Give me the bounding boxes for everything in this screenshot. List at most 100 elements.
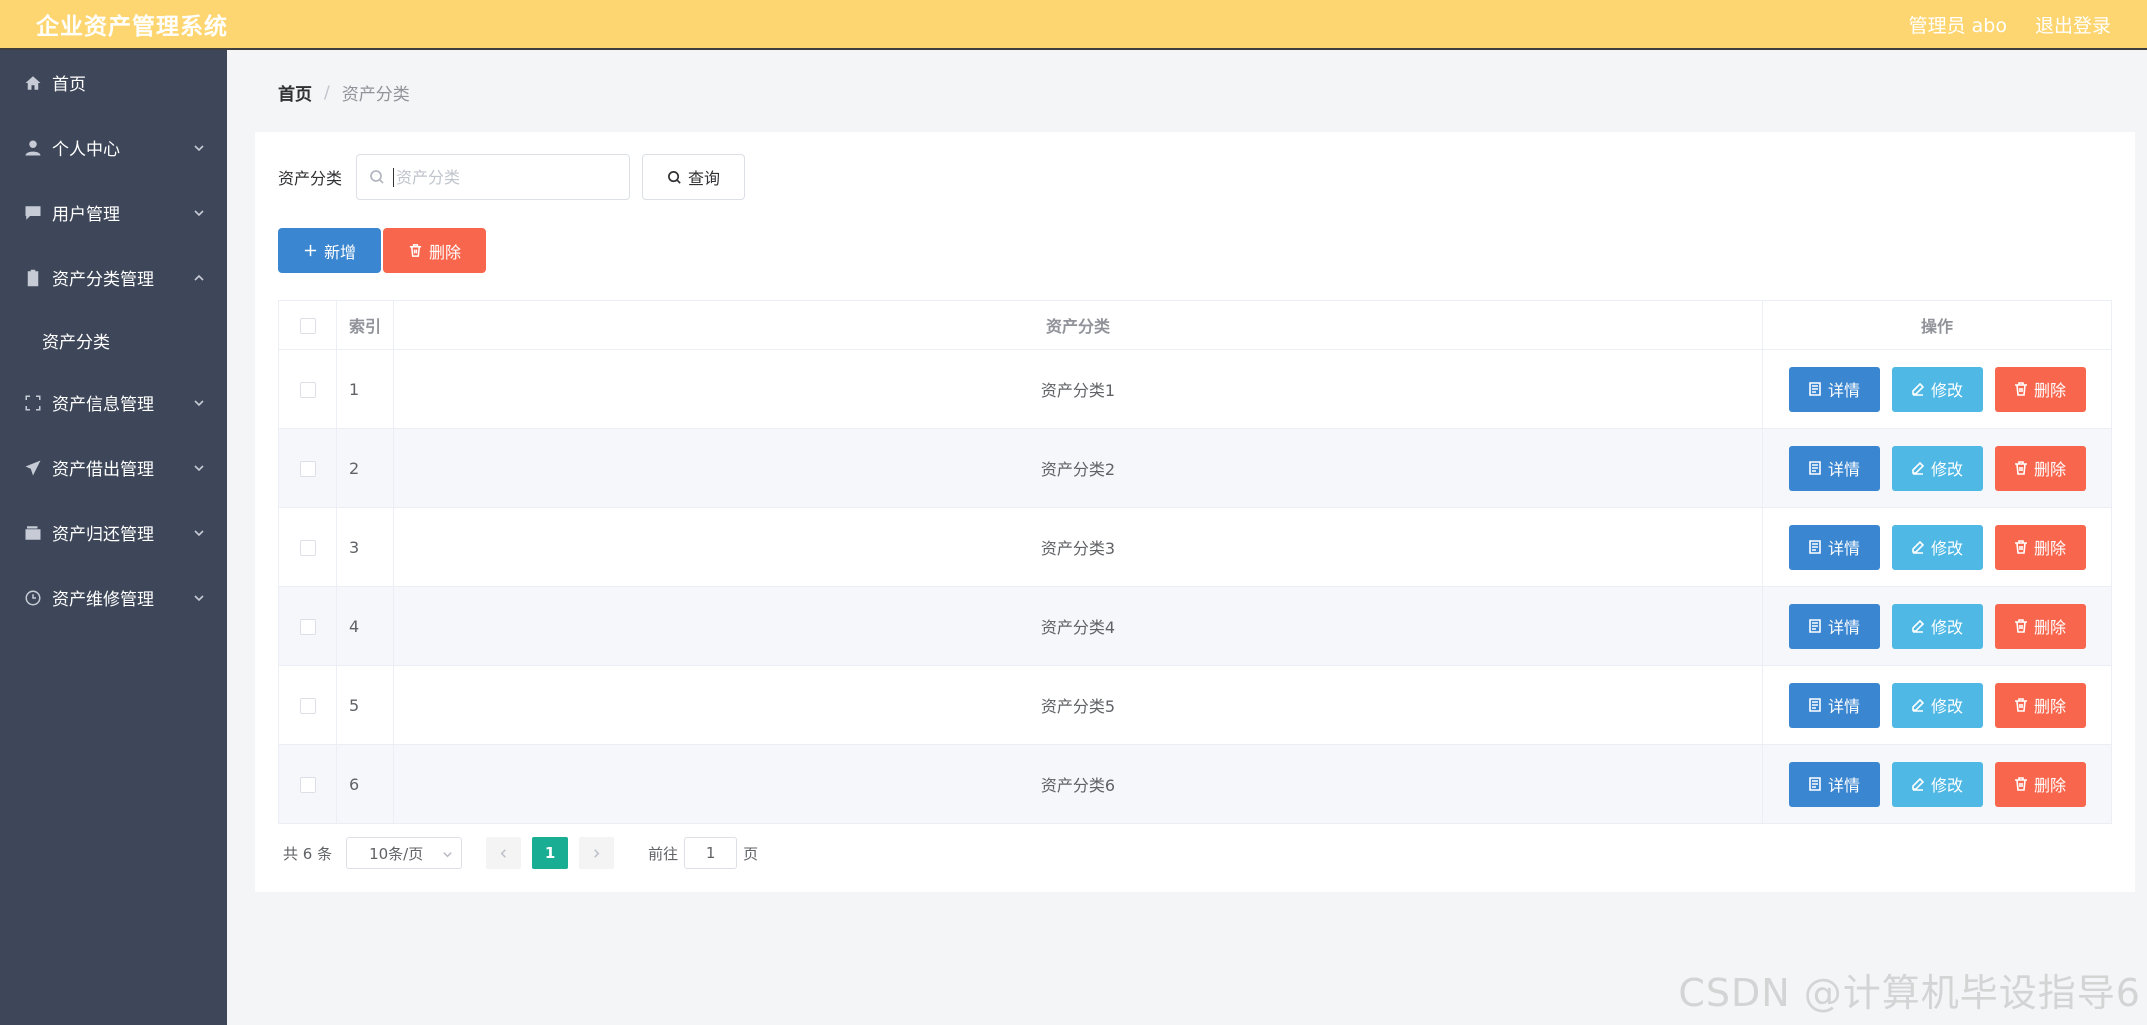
sidebar-item-asset-return-management[interactable]: 资产归还管理	[0, 500, 227, 565]
breadcrumb-home[interactable]: 首页	[278, 80, 312, 105]
row-select-cell	[278, 349, 337, 429]
chevron-left-icon	[500, 848, 507, 858]
table-row: 1 资产分类1 详情 修改 删除	[278, 349, 2112, 429]
document-icon	[1809, 777, 1821, 791]
page-size-select[interactable]: 10条/页	[346, 837, 463, 869]
row-delete-button[interactable]: 删除	[1994, 366, 2086, 412]
row-delete-button[interactable]: 删除	[1994, 603, 2086, 649]
detail-button-label: 详情	[1827, 381, 1860, 400]
edit-icon	[1912, 382, 1925, 396]
goto-page-input[interactable]	[684, 837, 738, 869]
row-checkbox[interactable]	[299, 461, 316, 477]
edit-icon	[1912, 461, 1925, 475]
edit-button[interactable]: 修改	[1891, 524, 1983, 570]
sidebar-item-personal-center[interactable]: 个人中心	[0, 115, 227, 180]
row-checkbox[interactable]	[299, 382, 316, 398]
prev-page-button[interactable]	[486, 837, 522, 869]
edit-button[interactable]: 修改	[1891, 761, 1983, 807]
table-row: 2 资产分类2 详情 修改 删除	[278, 428, 2112, 508]
breadcrumb-separator: /	[324, 82, 330, 103]
row-select-cell	[278, 428, 337, 508]
clipboard-icon	[24, 269, 42, 287]
sidebar-subitem-asset-category[interactable]: 资产分类	[0, 310, 227, 370]
table-header-row: 索引 资产分类 操作	[278, 300, 2112, 350]
add-button[interactable]: 新增	[278, 228, 381, 273]
row-select-cell	[278, 744, 337, 824]
edit-icon	[1912, 540, 1925, 554]
chevron-down-icon	[193, 142, 205, 154]
chat-icon	[24, 204, 42, 222]
row-index: 1	[336, 349, 394, 429]
search-input[interactable]	[393, 167, 614, 187]
row-category: 资产分类4	[393, 586, 1763, 666]
row-checkbox[interactable]	[299, 777, 316, 793]
header-select-all	[278, 300, 337, 350]
edit-button[interactable]: 修改	[1891, 445, 1983, 491]
edit-button-label: 修改	[1930, 618, 1963, 637]
detail-button[interactable]: 详情	[1788, 445, 1880, 491]
edit-button[interactable]: 修改	[1891, 603, 1983, 649]
row-category: 资产分类1	[393, 349, 1763, 429]
row-checkbox[interactable]	[299, 619, 316, 635]
frame-icon	[24, 394, 42, 412]
edit-button[interactable]: 修改	[1891, 682, 1983, 728]
detail-button-label: 详情	[1827, 618, 1860, 637]
detail-button[interactable]: 详情	[1788, 761, 1880, 807]
page-number-current[interactable]: 1	[532, 837, 569, 869]
query-button[interactable]: 查询	[642, 154, 746, 200]
trash-icon	[2014, 461, 2027, 475]
watermark: CSDN @计算机毕设指导6	[1678, 971, 2141, 1015]
row-action-group: 详情 修改 删除	[1763, 761, 2111, 807]
edit-button-label: 修改	[1930, 460, 1963, 479]
detail-button[interactable]: 详情	[1788, 603, 1880, 649]
detail-button[interactable]: 详情	[1788, 682, 1880, 728]
row-category: 资产分类2	[393, 428, 1763, 508]
query-button-label: 查询	[688, 169, 721, 188]
row-action-group: 详情 修改 删除	[1763, 524, 2111, 570]
detail-button-label: 详情	[1827, 460, 1860, 479]
sidebar-item-asset-repair-management[interactable]: 资产维修管理	[0, 565, 227, 630]
sidebar-item-asset-category-management[interactable]: 资产分类管理	[0, 245, 227, 310]
row-checkbox[interactable]	[299, 540, 316, 556]
trash-icon	[2014, 777, 2027, 791]
logout-link[interactable]: 退出登录	[2035, 11, 2111, 38]
row-index: 6	[336, 744, 394, 824]
row-operations: 详情 修改 删除	[1762, 744, 2112, 824]
sidebar-item-label: 个人中心	[52, 140, 120, 160]
trash-icon	[2014, 619, 2027, 633]
sidebar-item-home[interactable]: 首页	[0, 50, 227, 115]
search-icon	[668, 170, 681, 184]
header-operations: 操作	[1762, 300, 2112, 350]
row-delete-button[interactable]: 删除	[1994, 761, 2086, 807]
row-checkbox[interactable]	[299, 698, 316, 714]
sidebar-item-user-management[interactable]: 用户管理	[0, 180, 227, 245]
row-delete-button[interactable]: 删除	[1994, 682, 2086, 728]
action-bar: 新增 删除	[278, 228, 486, 273]
batch-delete-button[interactable]: 删除	[383, 228, 486, 273]
row-delete-button[interactable]: 删除	[1994, 445, 2086, 491]
search-label: 资产分类	[278, 169, 343, 188]
row-delete-button-label: 删除	[2033, 697, 2066, 716]
trash-icon	[2014, 540, 2027, 554]
next-page-button[interactable]	[579, 837, 615, 869]
document-icon	[1809, 619, 1821, 633]
goto-prefix: 前往	[648, 844, 679, 863]
sidebar-item-asset-info-management[interactable]: 资产信息管理	[0, 370, 227, 435]
asset-category-table: 索引 资产分类 操作 1 资产分类1 详情 修改 删除 2 资产分类2 详情 修改 删除 3 资产分类…	[278, 300, 2112, 824]
table-row: 5 资产分类5 详情 修改 删除	[278, 665, 2112, 745]
detail-button-label: 详情	[1827, 697, 1860, 716]
sidebar-item-label: 用户管理	[52, 205, 120, 225]
select-all-checkbox[interactable]	[299, 318, 316, 334]
send-icon	[24, 459, 42, 477]
detail-button[interactable]: 详情	[1788, 366, 1880, 412]
chevron-down-icon	[193, 207, 205, 219]
row-delete-button[interactable]: 删除	[1994, 524, 2086, 570]
chevron-down-icon	[193, 592, 205, 604]
detail-button[interactable]: 详情	[1788, 524, 1880, 570]
edit-button[interactable]: 修改	[1891, 366, 1983, 412]
row-delete-button-label: 删除	[2033, 618, 2066, 637]
edit-button-label: 修改	[1930, 776, 1963, 795]
sidebar-item-asset-lending-management[interactable]: 资产借出管理	[0, 435, 227, 500]
row-delete-button-label: 删除	[2033, 460, 2066, 479]
row-index: 5	[336, 665, 394, 745]
